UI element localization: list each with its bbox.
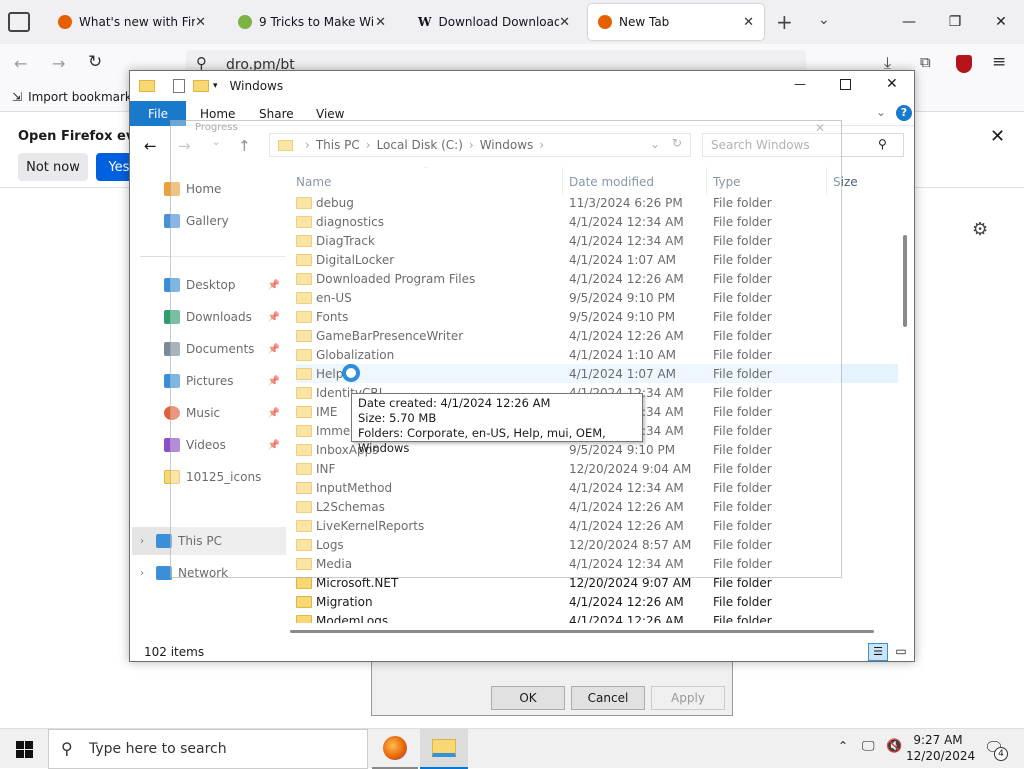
expand-chevron-icon[interactable]: › [140,536,144,547]
clock-time: 9:27 AM [913,733,963,747]
tab-download[interactable]: W Download Download in ✕ [408,4,580,40]
folder-icon [296,595,312,608]
file-type: File folder [713,594,772,609]
back-icon[interactable]: ← [144,137,157,155]
folder-icon [139,80,155,92]
taskbar-firefox[interactable] [372,729,418,769]
help-icon[interactable]: ? [896,105,912,121]
not-now-button[interactable]: Not now [18,153,88,181]
reload-icon[interactable]: ↻ [88,52,102,72]
tab-list-icon[interactable] [8,12,30,32]
settings-gear-icon[interactable]: ⚙ [972,219,988,240]
table-row[interactable]: ModemLogs 4/1/2024 12:26 AM File folder [296,611,898,623]
extensions-icon[interactable]: ⧉ [920,53,931,71]
properties-icon[interactable] [173,79,185,93]
progress-window-ghost: Progress ✕ [170,120,842,578]
tab-9-tricks[interactable]: 9 Tricks to Make Windows ✕ [228,4,396,40]
progress-close-icon: ✕ [815,121,826,135]
new-folder-icon[interactable] [193,80,209,92]
status-bar: 102 items ☰ ▭ [130,641,914,663]
search-icon: ⚲ [878,137,887,151]
close-tab-icon[interactable]: ✕ [375,15,386,30]
file-date: 4/1/2024 12:26 AM [569,613,684,624]
clock-date: 12/20/2024 [906,749,976,763]
tooltip-date-created: Date created: 4/1/2024 12:26 AM [358,396,551,410]
network-status-icon[interactable]: 🖵 [862,739,875,754]
progress-title: Progress [195,122,238,133]
chevron-down-icon[interactable]: ⌄ [876,105,886,119]
menu-icon[interactable]: ≡ [992,52,1006,72]
vertical-scrollbar[interactable] [903,235,907,327]
start-button[interactable] [0,729,48,769]
ublock-icon[interactable] [956,55,972,73]
windows-logo-icon [15,740,33,758]
file-type: File folder [713,613,772,624]
ok-button[interactable]: OK [491,686,565,710]
tab-new-tab[interactable]: New Tab ✕ [588,4,764,40]
close-icon[interactable]: ✕ [886,76,898,92]
w-site-icon: W [418,15,432,29]
notification-count-badge: 4 [994,747,1008,761]
clock[interactable]: 9:27 AM 12/20/2024 [906,732,976,764]
busy-cursor-icon [342,364,360,382]
restore-icon[interactable]: ❐ [932,0,978,44]
large-icons-view-icon[interactable]: ▭ [892,643,910,661]
table-row[interactable]: Migration 4/1/2024 12:26 AM File folder [296,592,898,611]
window-title: Windows [229,79,284,93]
taskbar-search-box[interactable]: ⚲ Type here to search [48,729,368,769]
import-icon: ⇲ [12,90,23,104]
chevron-down-icon[interactable]: ⌄ [818,12,830,28]
explorer-title-bar: ▾ Windows — ✕ [130,71,914,101]
close-icon[interactable]: ✕ [978,0,1024,44]
close-tab-icon[interactable]: ✕ [559,15,570,30]
minimize-icon[interactable]: — [794,77,806,91]
close-tab-icon[interactable]: ✕ [195,15,206,30]
qat-dropdown-icon[interactable]: ▾ [213,81,218,91]
file-name: Migration [316,594,373,609]
taskbar: ⚲ Type here to search ⌃ 🖵 🔇 9:27 AM 12/2… [0,728,1024,769]
minimize-icon[interactable]: — [886,0,932,44]
folder-tooltip: Date created: 4/1/2024 12:26 AM Size: 5.… [351,393,643,455]
folder-icon [296,576,312,589]
back-icon[interactable]: ← [14,54,27,73]
item-count: 102 items [144,645,205,659]
horizontal-scrollbar[interactable] [290,627,876,637]
site-icon [238,15,252,29]
cancel-button[interactable]: Cancel [571,686,645,710]
maximize-icon[interactable] [840,79,851,90]
tab-whats-new[interactable]: What's new with Firefox ✕ [48,4,216,40]
close-tab-icon[interactable]: ✕ [743,15,754,30]
firefox-tab-bar: What's new with Firefox ✕ 9 Tricks to Ma… [0,0,1024,44]
forward-icon[interactable]: → [52,54,65,73]
tooltip-size: Size: 5.70 MB [358,411,437,425]
close-notification-icon[interactable]: ✕ [990,126,1005,147]
tooltip-folders: Folders: Corporate, en-US, Help, mui, OE… [358,426,606,455]
taskbar-file-explorer[interactable] [420,729,468,769]
folder-icon [296,614,312,623]
new-tab-icon[interactable]: + [776,10,793,34]
firefox-icon [598,15,612,29]
apply-button[interactable]: Apply [651,686,725,710]
search-icon: ⚲ [61,739,73,758]
file-name: ModemLogs [316,613,389,624]
firefox-icon [58,15,72,29]
file-explorer-icon [432,739,456,757]
expand-chevron-icon[interactable]: › [140,568,144,579]
firefox-icon [383,736,407,760]
show-hidden-icons[interactable]: ⌃ [838,739,848,753]
details-view-icon[interactable]: ☰ [868,643,888,661]
volume-muted-icon[interactable]: 🔇 [886,739,902,754]
file-date: 4/1/2024 12:26 AM [569,594,684,609]
import-bookmarks-link[interactable]: ⇲ Import bookmarks [12,90,138,104]
